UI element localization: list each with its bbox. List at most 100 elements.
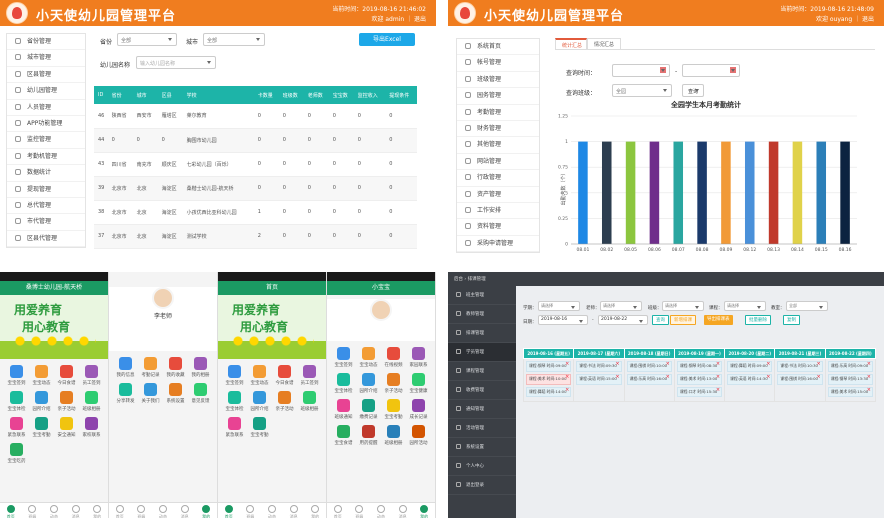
sidebar-item[interactable]: 园务管理	[457, 88, 539, 105]
feature-item[interactable]: 我的信息	[113, 357, 138, 378]
sidebar-item[interactable]: 退出登录	[448, 476, 516, 495]
class-select[interactable]: 请选择	[662, 301, 704, 311]
sidebar-item[interactable]: 系统设置	[448, 438, 516, 457]
feature-item[interactable]: 今日食谱	[54, 365, 79, 386]
delete-icon[interactable]: ×	[615, 362, 619, 367]
schedule-card[interactable]: × 课程:美术 时间:13:00	[676, 373, 723, 385]
delete-icon[interactable]: ×	[716, 387, 720, 393]
table-row[interactable]: 44 0 0 0 胸围市幼儿园 0 0 0 0 0 0	[94, 128, 417, 153]
sidebar-item[interactable]: 监控管理	[7, 132, 85, 149]
tab-bar-item[interactable]: 首页	[0, 503, 22, 518]
column-header[interactable]: 卡数量	[253, 86, 279, 104]
class-select[interactable]: 全园	[612, 84, 672, 97]
feature-item[interactable]: 我的相册	[188, 357, 213, 378]
tab-summary[interactable]: 统计汇总	[555, 38, 587, 50]
feature-item[interactable]: 宝宝体检	[331, 373, 356, 394]
schedule-card[interactable]: × 课程:围棋 时间:16:00	[777, 373, 823, 385]
sidebar-item[interactable]: 区县管理	[7, 67, 85, 84]
feature-item[interactable]: 意见反馈	[188, 383, 213, 404]
date-to-input[interactable]: 2019-08-22	[598, 315, 648, 325]
schedule-card[interactable]: × 课程:乐高 时间:09:00	[827, 361, 873, 372]
date-to-input[interactable]	[682, 64, 740, 77]
sidebar-item[interactable]: 资料管理	[457, 219, 539, 236]
feature-item[interactable]: 亲子活动	[272, 391, 297, 412]
feature-item[interactable]: 宝宝签到	[331, 347, 356, 368]
tab-bar-item[interactable]: 首页	[109, 503, 131, 518]
tab-bar-item[interactable]: 动态	[43, 503, 65, 518]
sidebar-item[interactable]: 工作安排	[457, 203, 539, 220]
delete-icon[interactable]: ×	[867, 374, 871, 380]
sidebar-item[interactable]: 幼儿园管理	[7, 83, 85, 100]
schedule-card[interactable]: × 课程:围棋 时间:10:00	[626, 361, 672, 372]
feature-item[interactable]: 员工签到	[297, 365, 322, 386]
feature-item[interactable]: 紧急联系	[222, 417, 247, 438]
delete-icon[interactable]: ×	[565, 374, 569, 380]
sidebar-item[interactable]: 人员管理	[7, 100, 85, 116]
feature-item[interactable]: 员工签到	[79, 365, 104, 386]
column-header[interactable]: 提现条件	[385, 86, 417, 104]
tab-bar-item[interactable]: 班级	[131, 503, 153, 518]
course-select[interactable]: 请选择	[724, 301, 766, 311]
school-name-input[interactable]: 输入幼儿园名称	[136, 56, 216, 69]
delete-icon[interactable]: ×	[766, 362, 770, 367]
feature-item[interactable]: 亲子活动	[381, 373, 406, 394]
sidebar-item[interactable]: 班级管理	[457, 72, 539, 89]
date-from-input[interactable]: 2019-08-16	[538, 315, 588, 325]
schedule-card[interactable]: × 课程:钢琴 时间:09:00	[526, 361, 572, 372]
teacher-select[interactable]: 请选择	[600, 301, 642, 311]
column-header[interactable]: 宝宝数	[328, 86, 354, 104]
column-header[interactable]: 省份	[107, 86, 133, 104]
feature-item[interactable]: 宝宝动态	[247, 365, 272, 386]
feature-item[interactable]: 紧急联系	[4, 417, 29, 438]
feature-item[interactable]: 宝宝签到	[4, 365, 29, 386]
schedule-card[interactable]: × 课程:乐高 时间:16:00	[626, 373, 672, 385]
schedule-card[interactable]: × 课程:钢琴 时间:13:30	[827, 373, 873, 385]
feature-item[interactable]: 宝宝动态	[29, 365, 54, 386]
term-select[interactable]: 请选择	[538, 301, 580, 311]
sidebar-item[interactable]: 网站管理	[457, 154, 539, 171]
sidebar-item[interactable]: 个人中心	[448, 457, 516, 476]
tab-bar-item[interactable]: 消息	[283, 503, 305, 518]
province-select[interactable]: 全部	[117, 33, 177, 46]
feature-item[interactable]: 缴费记录	[356, 399, 381, 420]
tab-bar-item[interactable]: 消息	[392, 503, 414, 518]
sidebar-item[interactable]: APP功能管理	[7, 116, 85, 133]
feature-item[interactable]: 宝宝体检	[222, 391, 247, 412]
feature-item[interactable]: 今日食谱	[272, 365, 297, 386]
tab-bar-item[interactable]: 班级	[240, 503, 262, 518]
feature-item[interactable]: 宝宝考勤	[247, 417, 272, 438]
schedule-card[interactable]: × 课程:书法 时间:09:30	[576, 361, 622, 372]
feature-item[interactable]: 园所活动	[406, 425, 431, 446]
feature-item[interactable]: 家校联系	[79, 417, 104, 438]
delete-icon[interactable]: ×	[816, 374, 820, 380]
column-header[interactable]: ID	[94, 86, 108, 104]
sidebar-item[interactable]: 教师管理	[448, 305, 516, 324]
schedule-card[interactable]: × 课程:口才 时间:15:30	[676, 386, 723, 398]
delete-icon[interactable]: ×	[565, 362, 569, 367]
table-row[interactable]: 46 陕西省 西安市 雁塔区 莱尔教育 0 0 0 0 0 0	[94, 104, 417, 129]
delete-icon[interactable]: ×	[867, 387, 871, 393]
delete-icon[interactable]: ×	[766, 374, 770, 380]
feature-item[interactable]: 宝宝考勤	[381, 399, 406, 420]
tab-bar-item[interactable]: 动态	[370, 503, 392, 518]
feature-item[interactable]: 宝宝吃药	[4, 443, 29, 464]
search-button[interactable]: 查询	[682, 84, 704, 97]
table-row[interactable]: 39 北京市 北京 海淀区 桑楷士幼儿园-航天桥 0 0 0 0 0 0	[94, 176, 417, 201]
tab-bar-item[interactable]: 动态	[152, 503, 174, 518]
feature-item[interactable]: 我的收藏	[163, 357, 188, 378]
sidebar-item[interactable]: 总代管理	[7, 198, 85, 215]
feature-item[interactable]: 成长记录	[406, 399, 431, 420]
table-row[interactable]: 38 北京市 北京 海淀区 小孩优西比亚科幼儿园 1 0 0 0 0 0	[94, 200, 417, 225]
feature-item[interactable]: 园所介绍	[356, 373, 381, 394]
city-select[interactable]: 全部	[203, 33, 265, 46]
column-header[interactable]: 老师数	[303, 86, 329, 104]
sidebar-item[interactable]: 提现管理	[7, 182, 85, 198]
sidebar-item[interactable]: 系统首页	[457, 39, 539, 56]
schedule-card[interactable]: × 课程:美术 时间:15:00	[827, 386, 873, 398]
column-header[interactable]: 监控收入	[353, 86, 386, 104]
feature-item[interactable]: 宝宝动态	[356, 347, 381, 368]
tab-bar-item[interactable]: 我的	[195, 503, 217, 518]
sidebar-item[interactable]: 区县代管理	[7, 231, 85, 248]
sidebar-item[interactable]: 课程管理	[448, 362, 516, 381]
column-header[interactable]: 城市	[132, 86, 158, 104]
